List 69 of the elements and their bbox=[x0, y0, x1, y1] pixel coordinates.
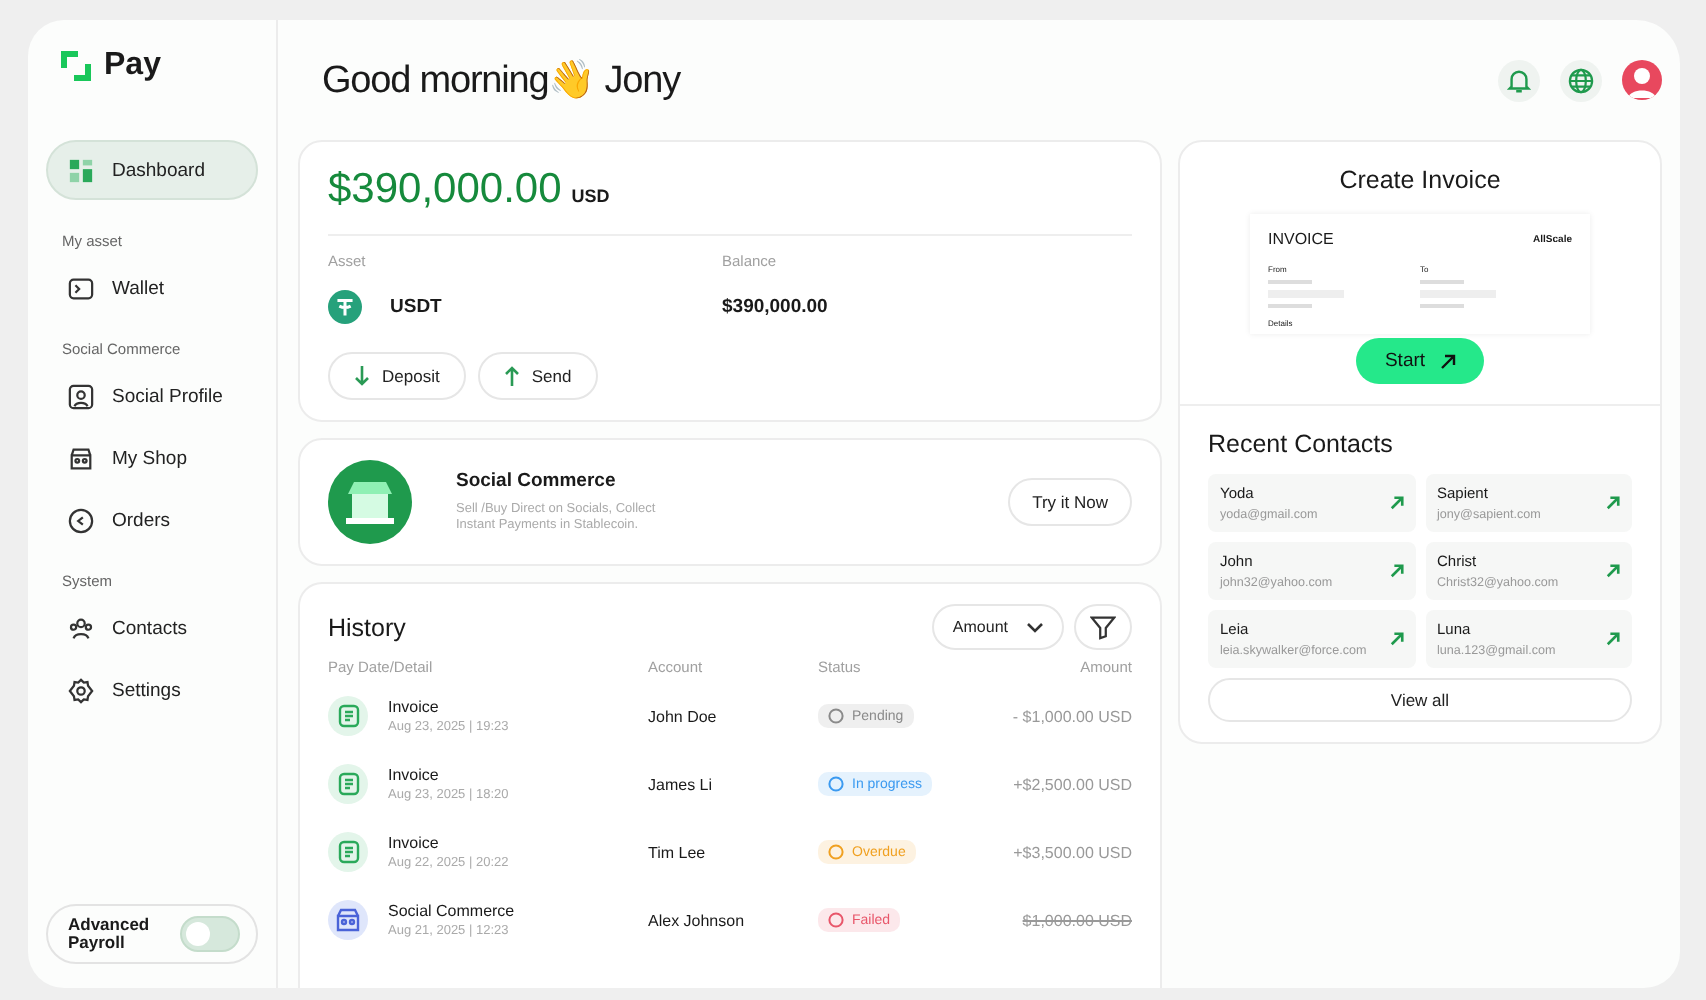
transaction-title: Invoice bbox=[388, 698, 441, 716]
arrow-down-icon bbox=[354, 366, 370, 386]
avatar[interactable] bbox=[1622, 60, 1662, 100]
nav-item[interactable]: Wallet bbox=[46, 258, 258, 320]
chevron-down-icon bbox=[1026, 621, 1044, 633]
asset-name: USDT bbox=[390, 296, 442, 318]
transaction-amount: +$3,500.00 USD bbox=[1011, 843, 1132, 861]
nav-item[interactable]: Orders bbox=[46, 490, 258, 552]
document-icon bbox=[328, 696, 368, 736]
document-icon bbox=[328, 832, 368, 872]
toggle-switch[interactable] bbox=[180, 916, 240, 952]
wallet-icon bbox=[68, 276, 94, 302]
settings-icon bbox=[68, 678, 94, 704]
deposit-button[interactable]: Deposit bbox=[328, 352, 466, 400]
arrow-up-right-icon bbox=[1606, 632, 1620, 646]
notifications-button[interactable] bbox=[1498, 59, 1540, 101]
shop-icon bbox=[68, 446, 94, 472]
asset-balance: $390,000.00 bbox=[722, 296, 830, 318]
history-title: History bbox=[328, 613, 406, 641]
orders-icon bbox=[68, 508, 94, 534]
document-icon bbox=[328, 764, 368, 804]
arrow-up-right-icon bbox=[1389, 632, 1403, 646]
currency-label: USD bbox=[571, 186, 610, 206]
view-all-button[interactable]: View all bbox=[1208, 678, 1632, 722]
bell-icon bbox=[1506, 67, 1532, 93]
account-name: Alex Johnson bbox=[648, 911, 747, 929]
arrow-up-icon bbox=[503, 366, 520, 386]
brand-name: Pay bbox=[104, 48, 161, 84]
arrow-up-right-icon bbox=[1389, 496, 1403, 510]
toggle-label: Advanced Payroll bbox=[68, 916, 152, 952]
account-name: James Li bbox=[648, 775, 715, 793]
filter-icon bbox=[1090, 614, 1116, 640]
transaction-amount: +$2,500.00 USD bbox=[1011, 775, 1132, 793]
transaction-title: Invoice bbox=[388, 766, 441, 784]
promo-title: Social Commerce bbox=[456, 470, 618, 493]
send-button[interactable]: Send bbox=[477, 352, 598, 400]
contacts-icon bbox=[68, 616, 94, 642]
filter-button[interactable] bbox=[1074, 604, 1132, 650]
total-balance: $390,000.00 bbox=[328, 166, 562, 214]
dashboard-icon bbox=[68, 157, 94, 183]
nav-item[interactable]: Contacts bbox=[46, 598, 258, 660]
transaction-title: Invoice bbox=[388, 834, 441, 852]
tether-coin-icon bbox=[328, 290, 362, 324]
transaction-title: Social Commerce bbox=[388, 902, 515, 920]
arrow-up-right-icon bbox=[1389, 564, 1403, 578]
invoice-heading: INVOICE bbox=[1268, 230, 1334, 248]
account-name: John Doe bbox=[648, 707, 719, 725]
greeting-heading: Good morning👋 Jony bbox=[322, 57, 681, 104]
nav-item[interactable]: Dashboard bbox=[46, 140, 258, 200]
profile-icon bbox=[68, 384, 94, 410]
arrow-up-right-icon bbox=[1606, 496, 1620, 510]
storefront-icon bbox=[328, 460, 412, 544]
recent-contacts-title: Recent Contacts bbox=[1208, 430, 1395, 458]
globe-icon bbox=[1568, 67, 1594, 93]
account-name: Tim Lee bbox=[648, 843, 708, 861]
arrow-up-right-icon bbox=[1606, 564, 1620, 578]
nav-item[interactable]: My Shop bbox=[46, 428, 258, 490]
storefront-icon bbox=[328, 900, 368, 940]
transaction-amount: - $1,000.00 USD bbox=[1010, 707, 1132, 725]
logo-icon bbox=[60, 50, 92, 82]
nav-item[interactable]: Settings bbox=[46, 660, 258, 722]
transaction-amount: $1,000.00 USD bbox=[1020, 911, 1132, 929]
try-it-now-button[interactable]: Try it Now bbox=[1008, 478, 1132, 526]
arrow-up-right-icon bbox=[1439, 353, 1456, 369]
start-button[interactable]: Start bbox=[1356, 338, 1484, 384]
sort-dropdown[interactable]: Amount bbox=[932, 604, 1064, 650]
create-invoice-title: Create Invoice bbox=[1339, 166, 1501, 194]
language-button[interactable] bbox=[1560, 59, 1602, 101]
nav-item[interactable]: Social Profile bbox=[46, 366, 258, 428]
